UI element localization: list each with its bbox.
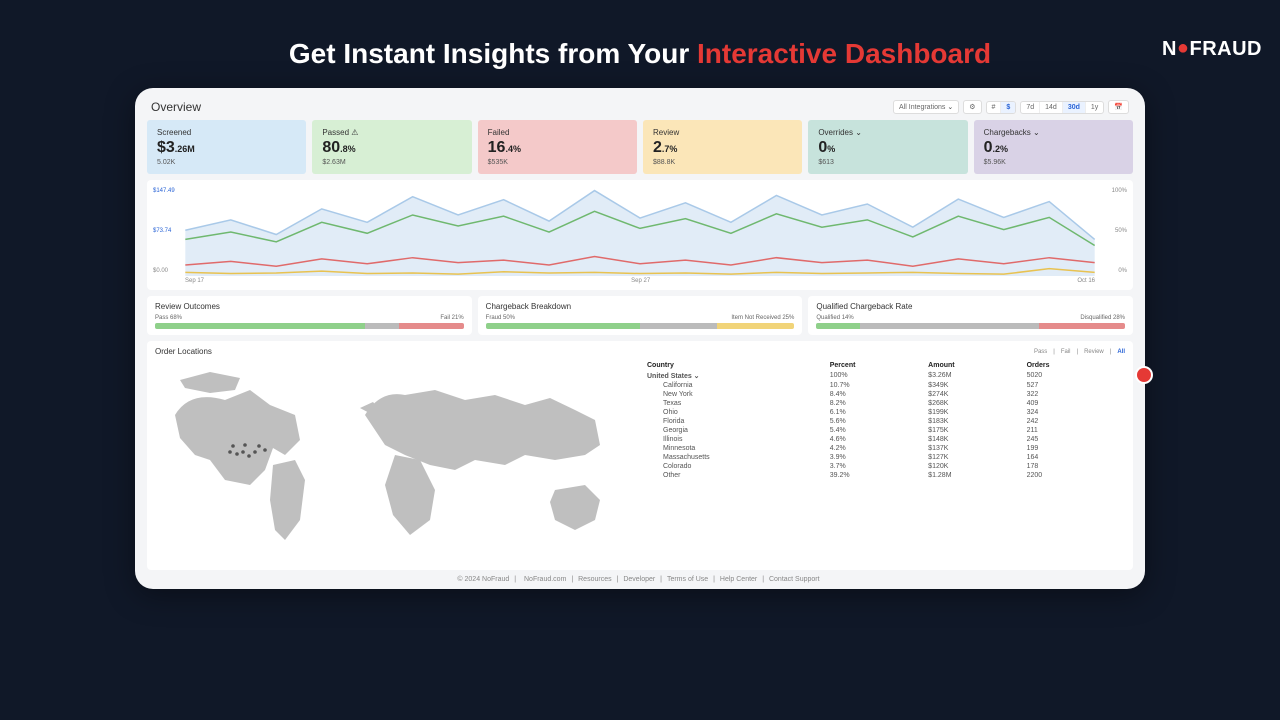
range-30d[interactable]: 30d [1063, 102, 1086, 113]
panel-chargeback-breakdown: Chargeback BreakdownFraud 50%Item Not Re… [478, 296, 803, 335]
trend-chart [155, 186, 1125, 276]
kpi-passed[interactable]: Passed ⚠80.8%$2.63M [312, 120, 471, 174]
table-row[interactable]: Illinois4.6%$148K245 [647, 435, 1125, 444]
footer-link-terms-of-use[interactable]: Terms of Use [667, 576, 708, 583]
table-row[interactable]: Florida5.6%$183K242 [647, 417, 1125, 426]
world-map [155, 360, 635, 560]
feedback-knob[interactable] [1137, 368, 1151, 382]
locations-title: Order Locations [155, 347, 212, 356]
loc-tab-review[interactable]: Review [1084, 349, 1104, 355]
loc-tab-all[interactable]: All [1117, 349, 1125, 355]
footer-link-nofraud.com[interactable]: NoFraud.com [524, 576, 566, 583]
page-headline: Get Instant Insights from Your Interacti… [0, 0, 1280, 70]
table-row[interactable]: Ohio6.1%$199K324 [647, 408, 1125, 417]
overview-toolbar: All Integrations⌄ ⚙ # $ 7d14d30d1y 📅 [893, 100, 1129, 114]
table-row[interactable]: Other39.2%$1.28M2200 [647, 471, 1125, 480]
footer-link-resources[interactable]: Resources [578, 576, 611, 583]
toggle-count[interactable]: # [987, 102, 1002, 113]
range-14d[interactable]: 14d [1040, 102, 1063, 113]
loc-tab-fail[interactable]: Fail [1061, 349, 1071, 355]
table-row[interactable]: New York8.4%$274K322 [647, 390, 1125, 399]
toggle-dollar[interactable]: $ [1001, 102, 1015, 113]
table-row[interactable]: Georgia5.4%$175K211 [647, 426, 1125, 435]
range-7d[interactable]: 7d [1021, 102, 1040, 113]
footer-copyright: © 2024 NoFraud [457, 576, 509, 583]
table-row[interactable]: Colorado3.7%$120K178 [647, 462, 1125, 471]
y-axis-left: $147.49 $73.74 $0.00 [153, 188, 175, 274]
footer-link-help-center[interactable]: Help Center [720, 576, 757, 583]
kpi-screened[interactable]: Screened$3.26M5.02K [147, 120, 306, 174]
dashboard-footer: © 2024 NoFraud | NoFraud.com | Resources… [147, 570, 1133, 589]
kpi-overrides[interactable]: Overrides ⌄0%$613 [808, 120, 967, 174]
kpi-review[interactable]: Review2.7%$88.8K [643, 120, 802, 174]
table-row[interactable]: Texas8.2%$268K409 [647, 399, 1125, 408]
order-locations-card: Order Locations Pass|Fail|Review|All [147, 341, 1133, 570]
breakdown-row: Review OutcomesPass 68%Fail 21%Chargebac… [147, 296, 1133, 335]
location-filter-tabs: Pass|Fail|Review|All [1034, 349, 1125, 355]
calendar-button[interactable]: 📅 [1108, 100, 1129, 114]
dashboard-card: Overview All Integrations⌄ ⚙ # $ 7d14d30… [135, 88, 1145, 589]
calendar-icon: 📅 [1114, 103, 1123, 111]
gear-icon: ⚙ [969, 103, 975, 111]
table-row[interactable]: California10.7%$349K527 [647, 381, 1125, 390]
table-row[interactable]: Minnesota4.2%$137K199 [647, 444, 1125, 453]
settings-button[interactable]: ⚙ [963, 100, 981, 114]
kpi-chargebacks[interactable]: Chargebacks ⌄0.2%$5.96K [974, 120, 1133, 174]
kpi-failed[interactable]: Failed16.4%$535K [478, 120, 637, 174]
footer-link-developer[interactable]: Developer [623, 576, 655, 583]
panel-review-outcomes: Review OutcomesPass 68%Fail 21% [147, 296, 472, 335]
x-axis: Sep 17 Sep 27 Oct 16 [185, 278, 1095, 284]
range-1y[interactable]: 1y [1086, 102, 1103, 113]
table-row[interactable]: Massachusetts3.9%$127K164 [647, 453, 1125, 462]
table-row[interactable]: United States ⌄100%$3.26M5020 [647, 371, 1125, 381]
footer-link-contact-support[interactable]: Contact Support [769, 576, 820, 583]
panel-qualified-chargeback-rate: Qualified Chargeback RateQualified 14%Di… [808, 296, 1133, 335]
unit-toggle[interactable]: # $ [986, 101, 1017, 114]
location-table: CountryPercentAmountOrdersUnited States … [647, 360, 1125, 560]
y-axis-right: 100% 50% 0% [1112, 188, 1127, 308]
trend-chart-card: $147.49 $73.74 $0.00 100% 50% 0% Sep 17 … [147, 180, 1133, 290]
overview-title: Overview [151, 100, 201, 114]
kpi-row: Screened$3.26M5.02KPassed ⚠80.8%$2.63MFa… [147, 120, 1133, 174]
loc-tab-pass[interactable]: Pass [1034, 349, 1047, 355]
brand-logo: N●FRAUD [1162, 38, 1262, 61]
date-range-toggle[interactable]: 7d14d30d1y [1020, 101, 1104, 114]
integrations-dropdown[interactable]: All Integrations⌄ [893, 100, 959, 114]
